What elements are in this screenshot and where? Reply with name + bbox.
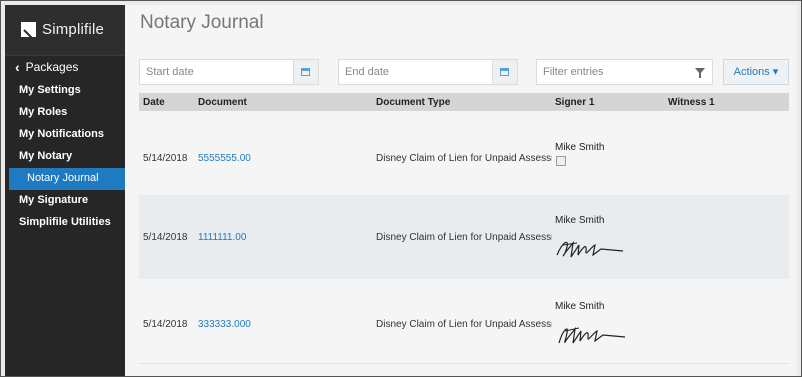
document-type: Disney Claim of Lien for Unpaid Assessme [376,319,552,330]
document-type: Disney Claim of Lien for Unpaid Assessme [376,232,552,243]
sidebar-item-label: Notary Journal [27,172,99,184]
table-header: Date Document Document Type Signer 1 Wit… [139,93,789,111]
signer-name: Mike Smith [555,142,605,153]
filter-placeholder: Filter entries [543,66,604,78]
row-date: 5/14/2018 [143,232,188,243]
sidebar-item-my-roles[interactable]: My Roles [19,106,67,118]
table-row[interactable]: 5/14/2018 5555555.00 Disney Claim of Lie… [139,111,789,196]
sidebar-item-my-notifications[interactable]: My Notifications [19,128,104,140]
sidebar-item-my-signature[interactable]: My Signature [19,194,88,206]
broken-image-icon [556,156,566,166]
row-date: 5/14/2018 [143,319,188,330]
document-link[interactable]: 333333.000 [198,319,251,330]
sidebar-item-my-settings[interactable]: My Settings [19,84,81,96]
start-date-picker-button[interactable] [293,60,318,84]
signer-name: Mike Smith [555,301,605,312]
start-date-placeholder: Start date [146,66,194,78]
back-to-packages-link[interactable]: ‹ Packages [15,60,78,74]
table-row[interactable]: 5/14/2018 333333.000 Disney Claim of Lie… [139,279,789,364]
signer-name: Mike Smith [555,215,605,226]
logo[interactable]: Simplifile [5,5,125,56]
sidebar-item-simplifile-utilities[interactable]: Simplifile Utilities [19,216,111,228]
calendar-icon [500,68,509,76]
end-date-placeholder: End date [345,66,390,78]
chevron-left-icon: ‹ [15,59,20,75]
actions-dropdown-button[interactable]: Actions ▾ [723,59,789,85]
document-link[interactable]: 1111111.00 [198,232,246,243]
page-title: Notary Journal [140,12,264,33]
row-date: 5/14/2018 [143,153,188,164]
document-type: Disney Claim of Lien for Unpaid Assessme [376,153,552,164]
column-header-document[interactable]: Document [198,97,247,108]
signature-image [558,326,626,344]
app-window: Simplifile ‹ Packages My Settings My Rol… [0,0,802,377]
end-date-field[interactable]: End date [338,59,518,85]
column-header-witness-1[interactable]: Witness 1 [668,97,715,108]
column-header-document-type[interactable]: Document Type [376,97,450,108]
sidebar: Simplifile ‹ Packages My Settings My Rol… [5,5,125,376]
logo-text: Simplifile [42,21,105,38]
table-row[interactable]: 5/14/2018 1111111.00 Disney Claim of Lie… [139,195,789,280]
main-content: Notary Journal Start date End date Filte… [125,5,797,376]
signature-image [556,240,624,258]
sidebar-item-notary-journal[interactable]: Notary Journal [9,168,125,190]
simplifile-logo-icon [21,22,36,37]
filter-icon [695,68,705,78]
start-date-field[interactable]: Start date [139,59,319,85]
filter-entries-input[interactable]: Filter entries [536,59,713,85]
end-date-picker-button[interactable] [492,60,517,84]
column-header-date[interactable]: Date [143,97,165,108]
document-link[interactable]: 5555555.00 [198,153,251,164]
column-header-signer-1[interactable]: Signer 1 [555,97,594,108]
back-label: Packages [25,60,79,74]
sidebar-item-my-notary[interactable]: My Notary [19,150,72,162]
calendar-icon [301,68,310,76]
